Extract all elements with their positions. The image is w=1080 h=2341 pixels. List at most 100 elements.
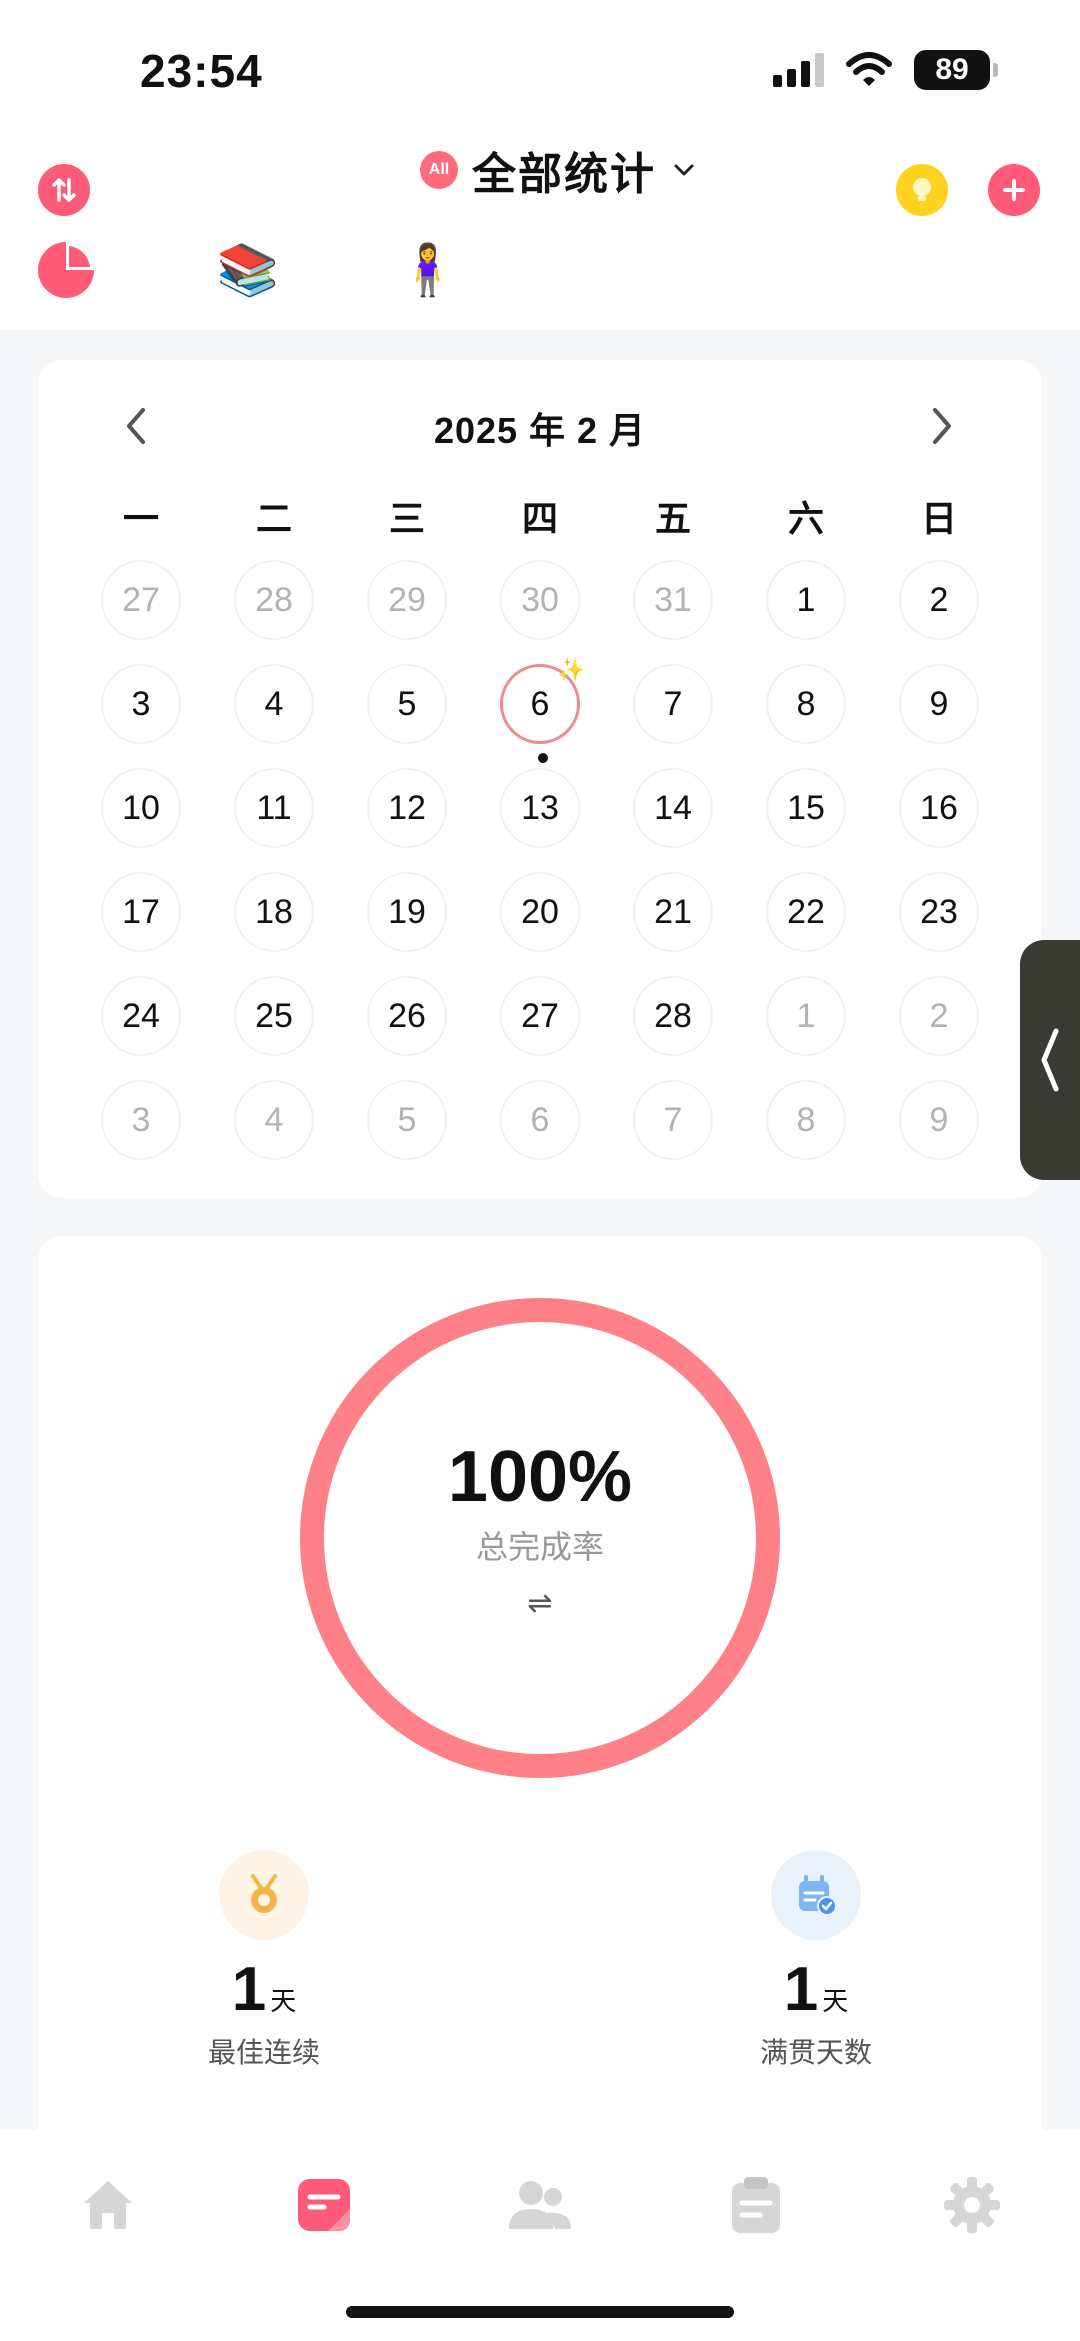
calendar-day-number: 25 xyxy=(255,996,293,1035)
calendar-day[interactable]: 17 xyxy=(101,872,181,952)
full-days-value: 1 xyxy=(783,1955,819,2024)
calendar-day[interactable]: 21 xyxy=(633,872,713,952)
calendar-card: 2025 年 2 月 一 二 三 四 五 六 日 27 28 29 30 31 1 2 3 4 5… xyxy=(38,360,1042,1198)
calendar-day[interactable]: 27 xyxy=(500,976,580,1056)
header: All 全部统计 📚 🧍‍♀️ xyxy=(0,130,1080,330)
calendar-day[interactable]: 28 xyxy=(234,560,314,640)
swap-icon[interactable]: ⇌ xyxy=(527,1586,552,1621)
calendar-day-number: 27 xyxy=(521,996,559,1035)
tips-button[interactable] xyxy=(896,164,948,216)
calendar-day[interactable]: 13 xyxy=(500,768,580,848)
medal-icon xyxy=(219,1850,309,1940)
calendar-day[interactable]: 2 xyxy=(899,976,979,1056)
person-icon: 🧍‍♀️ xyxy=(396,241,460,298)
calendar-day[interactable]: 20 xyxy=(500,872,580,952)
calendar-day[interactable]: 6 xyxy=(500,1080,580,1160)
calendar-day[interactable]: 2 xyxy=(899,560,979,640)
calendar-day-number: 1 xyxy=(796,580,816,619)
calendar-day[interactable]: 19 xyxy=(367,872,447,952)
sort-button[interactable] xyxy=(38,164,90,216)
calendar-day[interactable]: 5 xyxy=(367,1080,447,1160)
clipboard-icon xyxy=(732,2177,780,2233)
calendar-day[interactable]: 30 xyxy=(500,560,580,640)
calendar-day-number: 31 xyxy=(654,580,692,619)
status-icons: 89 xyxy=(773,50,998,90)
calendar-day[interactable]: 11 xyxy=(234,768,314,848)
calendar-day[interactable]: 27 xyxy=(101,560,181,640)
calendar-day[interactable]: 14 xyxy=(633,768,713,848)
calendar-day[interactable]: 31 xyxy=(633,560,713,640)
tab-all[interactable] xyxy=(36,240,96,300)
calendar-day[interactable]: 26 xyxy=(367,976,447,1056)
calendar-day[interactable]: 7 xyxy=(633,664,713,744)
status-bar: 23:54 89 xyxy=(0,0,1080,130)
calendar-day-number: 6 xyxy=(530,1100,550,1139)
calendar-day-number: 10 xyxy=(122,788,160,827)
sort-icon xyxy=(52,178,76,202)
weekday-label: 六 xyxy=(787,498,824,539)
category-tabs: 📚 🧍‍♀️ xyxy=(0,240,1080,320)
nav-settings[interactable] xyxy=(937,2170,1007,2240)
next-month-button[interactable] xyxy=(912,396,972,456)
calendar-day-number: 7 xyxy=(663,684,683,723)
calendar-day[interactable]: 8 xyxy=(766,1080,846,1160)
calendar-day-number: 1 xyxy=(796,996,816,1035)
calendar-day[interactable]: 12 xyxy=(367,768,447,848)
calendar-day-number: 8 xyxy=(796,684,816,723)
plus-icon xyxy=(1003,179,1025,201)
calendar-day[interactable]: 3 xyxy=(101,664,181,744)
calendar-day[interactable]: 1 xyxy=(766,560,846,640)
calendar-day-number: 28 xyxy=(654,996,692,1035)
calendar-day-number: 9 xyxy=(929,684,949,723)
calendar-day-number: 5 xyxy=(397,684,417,723)
calendar-day-number: 6 xyxy=(530,684,550,723)
calendar-day[interactable]: 15 xyxy=(766,768,846,848)
tab-books[interactable]: 📚 xyxy=(217,240,279,300)
page-title: 全部统计 xyxy=(472,150,656,199)
calendar-day[interactable]: 16 xyxy=(899,768,979,848)
nav-people[interactable] xyxy=(505,2170,575,2240)
title-selector[interactable]: All 全部统计 xyxy=(420,138,698,202)
calendar-day[interactable]: 28 xyxy=(633,976,713,1056)
completion-summary[interactable]: 100% 总完成率 ⇌ xyxy=(300,1298,780,1778)
calendar-day[interactable]: 25 xyxy=(234,976,314,1056)
calendar-day-number: 7 xyxy=(663,1100,683,1139)
calendar-day[interactable]: 4 xyxy=(234,664,314,744)
signal-icon xyxy=(773,53,824,87)
calendar-day[interactable]: 7 xyxy=(633,1080,713,1160)
calendar-day-number: 5 xyxy=(397,1100,417,1139)
people-icon xyxy=(509,2181,571,2229)
calendar-day-number: 4 xyxy=(264,684,284,723)
calendar-day[interactable]: 29 xyxy=(367,560,447,640)
side-drawer-handle[interactable] xyxy=(1020,940,1080,1180)
calendar-day[interactable]: 5 xyxy=(367,664,447,744)
calendar-day[interactable]: 23 xyxy=(899,872,979,952)
calendar-day[interactable]: 8 xyxy=(766,664,846,744)
calendar-day[interactable]: 10 xyxy=(101,768,181,848)
calendar-day[interactable]: 18 xyxy=(234,872,314,952)
calendar-day[interactable]: 9 xyxy=(899,664,979,744)
best-streak-stat: 1 天 最佳连续 xyxy=(154,1850,374,2071)
calendar-day-number: 24 xyxy=(122,996,160,1035)
weekday-label: 五 xyxy=(654,498,691,539)
calendar-day[interactable]: 24 xyxy=(101,976,181,1056)
nav-stats[interactable] xyxy=(289,2170,359,2240)
full-days-unit: 天 xyxy=(822,1986,849,2016)
nav-clipboard[interactable] xyxy=(721,2170,791,2240)
calendar-day-today[interactable]: 6 ✨ xyxy=(500,657,585,763)
calendar-day-number: 28 xyxy=(255,580,293,619)
tab-person[interactable]: 🧍‍♀️ xyxy=(396,240,460,300)
calendar-day[interactable]: 3 xyxy=(101,1080,181,1160)
calendar-day[interactable]: 9 xyxy=(899,1080,979,1160)
calendar-day-number: 19 xyxy=(388,892,426,931)
add-button[interactable] xyxy=(988,164,1040,216)
calendar-day[interactable]: 4 xyxy=(234,1080,314,1160)
all-badge: All xyxy=(420,151,458,189)
nav-home[interactable] xyxy=(73,2170,143,2240)
best-streak-unit: 天 xyxy=(270,1986,297,2016)
completion-rate-label: 总完成率 xyxy=(475,1528,604,1565)
full-days-stat: 1 天 满贯天数 xyxy=(706,1850,926,2071)
calendar-day[interactable]: 1 xyxy=(766,976,846,1056)
calendar-day[interactable]: 22 xyxy=(766,872,846,952)
gear-icon xyxy=(944,2177,1000,2233)
